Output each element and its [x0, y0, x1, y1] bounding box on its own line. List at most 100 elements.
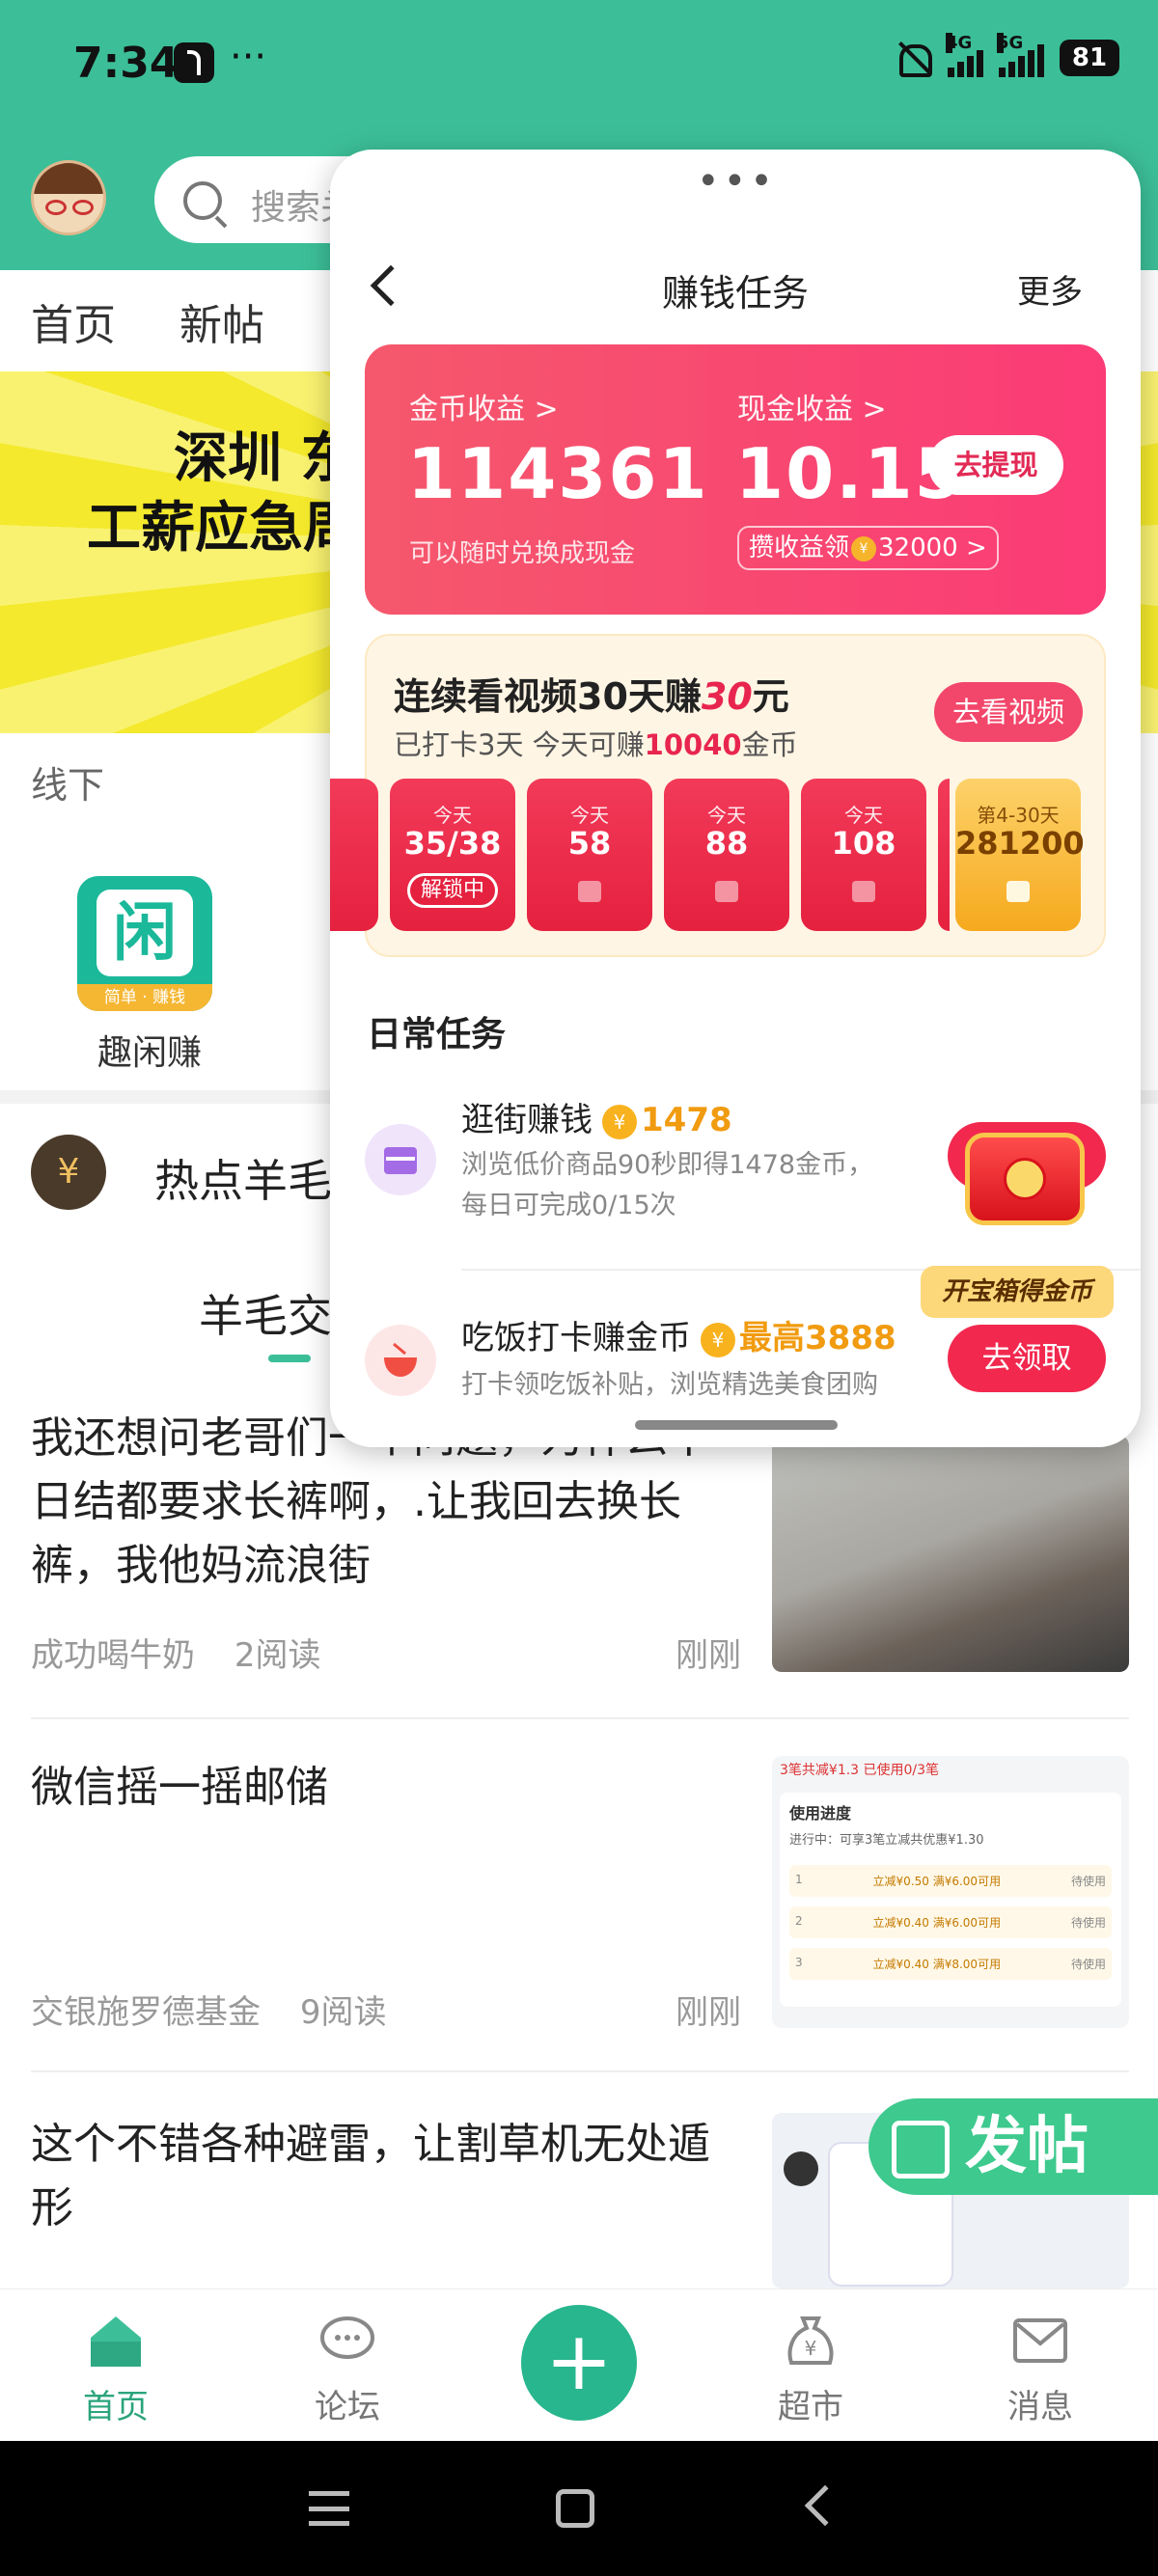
back-icon[interactable] [804, 2484, 846, 2527]
video-title-suffix: 元 [752, 675, 789, 718]
tab-home[interactable]: 首页 [31, 290, 116, 352]
bowl-icon [365, 1325, 436, 1396]
nav-forum[interactable]: 论坛 [270, 2289, 425, 2442]
nav-home[interactable]: 首页 [39, 2289, 193, 2442]
chat-icon [320, 2316, 374, 2359]
menu-icon[interactable] [309, 2491, 349, 2526]
app-logo-icon: 闲 [96, 890, 193, 976]
home-indicator [635, 1420, 838, 1430]
network-5g-label: 5G [997, 33, 1024, 53]
post-time: 刚刚 [676, 1636, 741, 1675]
network-4g-label: 4G [946, 33, 973, 53]
post-thumbnail [772, 1436, 1129, 1672]
task-reward: 1478 [641, 1101, 732, 1139]
banner-line-1: 深圳 东 [174, 427, 355, 490]
nav-messages[interactable]: 消息 [963, 2289, 1117, 2442]
day-label: 今天 [707, 804, 746, 827]
thumb-row-num: 1 [795, 1873, 803, 1886]
gold-earnings-label[interactable]: 金币收益 > [409, 385, 559, 427]
watch-video-button[interactable]: 去看视频 [934, 682, 1083, 742]
thumb-row-num: 2 [795, 1914, 803, 1928]
day-label: 今天 [570, 804, 609, 827]
cash-earnings-label[interactable]: 现金收益 > [737, 385, 887, 427]
list-item[interactable]: 我还想问老哥们一个问题，为什么干日结都要求长裤啊，.让我回去换长裤，我他妈流浪街… [0, 1407, 1158, 1715]
tab-deal-exchange[interactable]: 羊毛交 [199, 1281, 332, 1345]
post-title: 这个不错各种避雷，让割草机无处遁形 [31, 2120, 710, 2233]
day-label: 第4-30天 [977, 804, 1060, 827]
shop-icon [365, 1124, 436, 1195]
signal-5g-icon: 5G [997, 33, 1044, 77]
gold-earnings-sub: 可以随时兑换成现金 [409, 539, 636, 568]
active-tab-indicator [268, 1355, 311, 1362]
add-button[interactable]: + [521, 2305, 637, 2421]
lock-icon [852, 881, 875, 902]
task-desc: 打卡领吃饭补贴，浏览精选美食团购 [461, 1370, 878, 1400]
video-streak-title: 连续看视频30天赚30元 [394, 667, 789, 720]
earnings-card: 金币收益 > 114361 可以随时兑换成现金 现金收益 > 10.15 去提现… [365, 344, 1106, 615]
day-card-gap [938, 779, 950, 931]
divider [31, 2070, 1129, 2072]
gold-earnings-value: 114361 [407, 433, 709, 514]
tab-new-posts[interactable]: 新帖 [179, 290, 264, 352]
avatar[interactable] [31, 160, 106, 235]
task-action-button[interactable]: 去领取 [948, 1325, 1106, 1392]
post-title: 微信摇一摇邮储 [31, 1763, 328, 1812]
home-square-icon[interactable] [556, 2489, 594, 2528]
edit-icon [892, 2121, 950, 2179]
app-tile-quxianzhuan[interactable]: 闲 简单 · 赚钱 [77, 876, 212, 1011]
day-card[interactable]: 今天 88 [664, 779, 789, 931]
drag-handle-icon[interactable]: ••• [697, 159, 777, 204]
thumb-row-status: 待使用 [1070, 1958, 1106, 1971]
day-card-final[interactable]: 第4-30天 281200 [955, 779, 1085, 931]
treasure-chest-label[interactable]: 开宝箱得金币 [921, 1266, 1114, 1318]
system-nav-bar [0, 2441, 1158, 2576]
status-bar: 7:34 ··· 4G 5G 81 [0, 0, 1158, 135]
thumb-row-text: 立减¥0.50 满¥6.00可用 [872, 1875, 1002, 1888]
post-author: 交银施罗德基金 [31, 1993, 261, 2032]
video-sub-amount: 10040 [644, 728, 742, 761]
post-reads: 2阅读 [234, 1636, 321, 1675]
save-bonus-amount: 32000 > [878, 534, 987, 562]
list-item[interactable]: 微信摇一摇邮储 交银施罗德基金 9阅读 刚刚 3笔共减¥1.3 已使用0/3笔 … [0, 1756, 1158, 2065]
video-sub-prefix: 已打卡3天 今天可赚 [394, 728, 645, 761]
treasure-chest-icon[interactable] [948, 1119, 1102, 1274]
day-card[interactable]: 今天 108 [801, 779, 926, 931]
nav-label: 超市 [778, 2388, 843, 2426]
day-value: 88 [704, 825, 749, 862]
thumb-row-status: 待使用 [1070, 1875, 1106, 1888]
day-card[interactable]: 今天 58 [527, 779, 652, 931]
day-label: 今天 [433, 804, 472, 827]
save-bonus-pill[interactable]: 攒收益领 ¥32000 > [737, 526, 999, 570]
task-name: 吃饭打卡赚金币 ¥ 最高3888 [461, 1311, 896, 1358]
thumb-progress-title: 使用进度 [789, 1804, 852, 1822]
nav-label: 首页 [83, 2388, 149, 2426]
day-value: 108 [831, 825, 896, 862]
yen-coin-icon: ¥ [602, 1104, 637, 1139]
nav-market[interactable]: ¥ 超市 [733, 2289, 888, 2442]
new-post-button[interactable]: 发帖 [868, 2098, 1158, 2195]
save-bonus-prefix: 攒收益领 [749, 534, 850, 562]
task-name: 逛街赚钱 ¥1478 [461, 1093, 732, 1140]
app-logo-strip: 简单 · 赚钱 [77, 984, 212, 1011]
post-reads: 9阅读 [299, 1993, 387, 2032]
more-link[interactable]: 更多 [1017, 265, 1083, 313]
new-post-label: 发帖 [965, 2111, 1089, 2182]
day-value: 35/38 [403, 825, 502, 862]
withdraw-button[interactable]: 去提现 [928, 435, 1063, 495]
earn-tasks-panel: ••• 赚钱任务 更多 金币收益 > 114361 可以随时兑换成现金 现金收益… [330, 150, 1141, 1447]
yen-coin-icon: ¥ [851, 535, 877, 562]
day-card-partial [330, 779, 378, 931]
task-reward: 最高3888 [739, 1319, 896, 1357]
yen-coin-icon: ¥ [701, 1322, 735, 1357]
money-bag-icon: ¥ [787, 2316, 834, 2365]
battery-icon: 81 [1060, 40, 1119, 76]
svg-text:¥: ¥ [805, 2337, 817, 2360]
day-card[interactable]: 今天 35/38 解锁中 [390, 779, 515, 931]
post-time: 刚刚 [676, 1993, 741, 2032]
thumb-row-text: 立减¥0.40 满¥8.00可用 [872, 1958, 1002, 1971]
search-icon [183, 181, 222, 220]
section-label: 线下 [31, 764, 105, 807]
day-label: 今天 [844, 804, 883, 827]
daily-tasks-title: 日常任务 [367, 1015, 507, 1055]
task-title: 逛街赚钱 [461, 1101, 593, 1139]
